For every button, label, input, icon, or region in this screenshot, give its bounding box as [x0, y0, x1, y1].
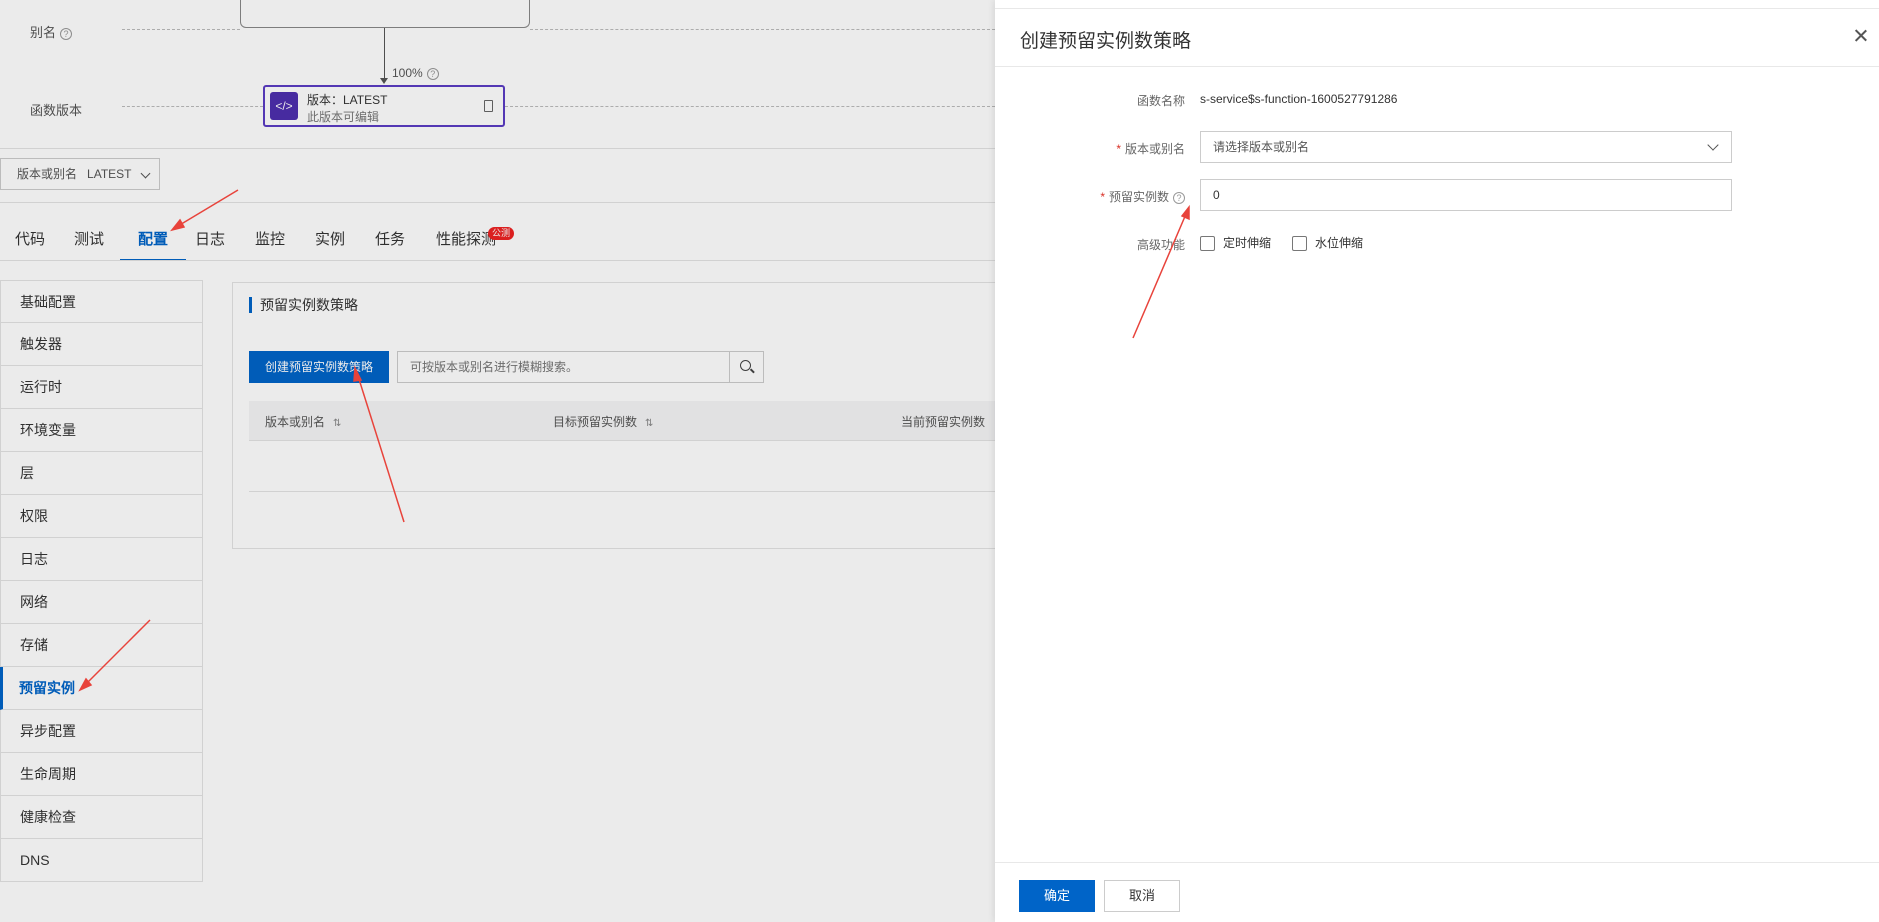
function-name-value: s-service$s-function-1600527791286	[1200, 92, 1398, 106]
advanced-label: 高级功能	[1136, 238, 1185, 252]
chevron-down-icon	[1707, 139, 1719, 151]
version-select[interactable]: 请选择版本或别名	[1200, 131, 1732, 163]
help-icon[interactable]: ?	[1173, 191, 1185, 204]
confirm-button[interactable]: 确定	[1019, 880, 1095, 912]
instances-field-label: * 预留实例数?	[995, 188, 1185, 205]
divider	[995, 862, 1879, 863]
instances-input[interactable]	[1200, 179, 1732, 211]
divider	[995, 66, 1879, 67]
modal-overlay[interactable]	[0, 0, 995, 922]
watermark-scaling-option[interactable]: 水位伸缩	[1292, 234, 1363, 252]
create-policy-drawer: 创建预留实例数策略 函数名称 s-service$s-function-1600…	[995, 0, 1879, 922]
required-marker: *	[1100, 190, 1105, 204]
drawer-title: 创建预留实例数策略	[1020, 31, 1192, 52]
scheduled-scaling-option[interactable]: 定时伸缩	[1200, 234, 1271, 252]
scheduled-checkbox[interactable]	[1200, 236, 1215, 252]
cancel-button[interactable]: 取消	[1104, 880, 1180, 912]
watermark-checkbox[interactable]	[1292, 236, 1307, 252]
required-marker: *	[1116, 142, 1121, 156]
function-name-label: 函数名称	[1136, 94, 1185, 108]
divider	[995, 8, 1879, 9]
close-icon[interactable]	[1853, 28, 1869, 44]
version-field-label: * 版本或别名	[1116, 142, 1185, 156]
